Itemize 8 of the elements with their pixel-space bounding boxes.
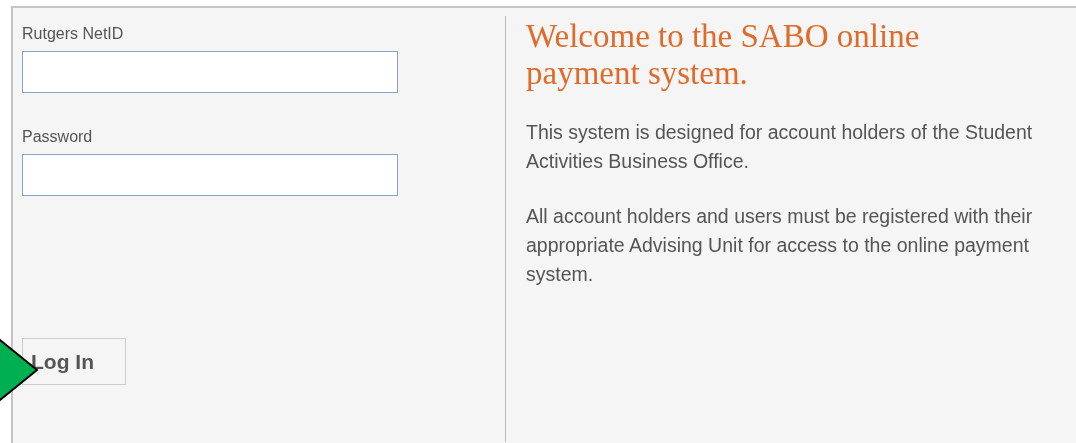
info-paragraph: This system is designed for account holders of the Student Activities Business Office.: [526, 120, 1034, 174]
field-label: Rutgers NetID: [22, 24, 124, 44]
welcome-heading: Welcome to the SABO online payment system.: [526, 18, 921, 92]
login-button[interactable]: Log In: [22, 338, 126, 385]
input-field[interactable]: [22, 51, 398, 93]
field-label: Password: [22, 127, 93, 147]
info-paragraph: All account holders and users must be registered with their appropriate Advising Unit for access to the online payment system.: [526, 204, 1034, 287]
input-field[interactable]: [22, 154, 398, 196]
